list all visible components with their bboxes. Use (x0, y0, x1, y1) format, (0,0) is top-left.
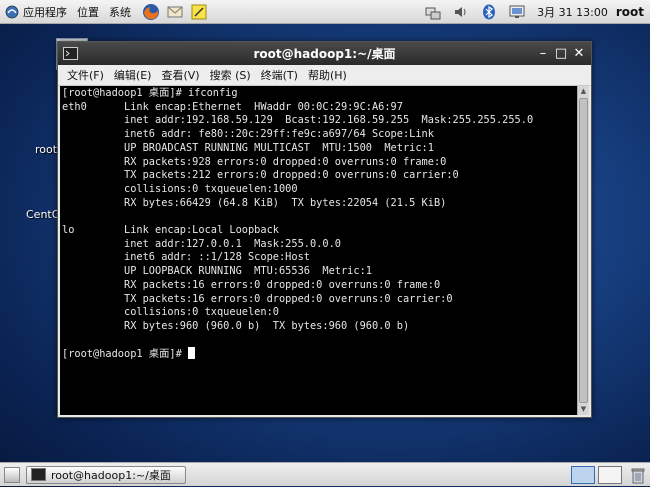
menubar: 文件(F) 编辑(E) 查看(V) 搜索 (S) 终端(T) 帮助(H) (58, 65, 591, 86)
applications-icon (5, 5, 19, 19)
system-tray: 3月 31 13:00 root (419, 0, 650, 24)
menu-file[interactable]: 文件(F) (62, 67, 109, 83)
bottom-panel: root@hadoop1:~/桌面 (0, 462, 650, 486)
centos-label[interactable]: CentO (26, 208, 60, 221)
clock[interactable]: 3月 31 13:00 (537, 4, 608, 20)
terminal-line: inet addr:127.0.0.1 Mask:255.0.0.0 (62, 237, 341, 250)
menu-search[interactable]: 搜索 (S) (205, 67, 256, 83)
scrollbar[interactable]: ▲ ▼ (577, 86, 589, 415)
terminal-line: RX packets:928 errors:0 dropped:0 overru… (62, 155, 447, 168)
terminal-icon[interactable] (63, 47, 78, 60)
terminal-line: TX packets:212 errors:0 dropped:0 overru… (62, 169, 459, 182)
notes-icon[interactable] (190, 3, 208, 21)
terminal-line: RX bytes:960 (960.0 b) TX bytes:960 (960… (62, 319, 410, 332)
workspace-switcher (568, 465, 646, 484)
terminal-line: collisions:0 txqueuelen:0 (62, 306, 286, 319)
terminal-line: RX bytes:66429 (64.8 KiB) TX bytes:22054… (62, 196, 447, 209)
user-menu[interactable]: root (616, 5, 644, 19)
system-menu[interactable]: 系统 (104, 0, 136, 24)
terminal-line: UP BROADCAST RUNNING MULTICAST MTU:1500 … (62, 141, 434, 154)
terminal-line: UP LOOPBACK RUNNING MTU:65536 Metric:1 (62, 265, 372, 278)
places-label: 位置 (77, 5, 99, 19)
top-panel: 应用程序 位置 系统 3月 31 13:00 root (0, 0, 650, 24)
terminal-window: root@hadoop1:~/桌面 – □ ✕ 文件(F) 编辑(E) 查看(V… (57, 41, 592, 418)
scroll-thumb[interactable] (579, 98, 588, 403)
system-label: 系统 (109, 5, 131, 19)
terminal-icon (31, 468, 46, 481)
minimize-icon[interactable]: – (535, 46, 551, 62)
close-icon[interactable]: ✕ (571, 46, 587, 62)
bluetooth-icon[interactable] (481, 4, 497, 20)
cursor (187, 347, 195, 360)
terminal-line: collisions:0 txqueuelen:1000 (62, 182, 304, 195)
menu-terminal[interactable]: 终端(T) (256, 67, 303, 83)
terminal-line: eth0 Link encap:Ethernet HWaddr 00:0C:29… (62, 100, 416, 113)
home-folder-label[interactable]: root (35, 143, 57, 156)
terminal-output[interactable]: [root@hadoop1 桌面]# ifconfig eth0 Link enc… (60, 86, 577, 415)
trash-icon[interactable] (630, 466, 646, 484)
menu-edit[interactable]: 编辑(E) (109, 67, 157, 83)
terminal-line: RX packets:16 errors:0 dropped:0 overrun… (62, 278, 441, 291)
terminal-area[interactable]: [root@hadoop1 桌面]# ifconfig eth0 Link enc… (60, 86, 589, 415)
taskbar-label: root@hadoop1:~/桌面 (51, 468, 171, 482)
show-desktop-button[interactable] (4, 466, 20, 483)
terminal-line: [root@hadoop1 桌面]# ifconfig (62, 87, 238, 99)
display-icon[interactable] (509, 4, 525, 20)
terminal-line: inet addr:192.168.59.129 Bcast:192.168.5… (62, 114, 534, 127)
firefox-icon[interactable] (142, 3, 160, 21)
terminal-line: [root@hadoop1 桌面]# (62, 347, 575, 362)
window-titlebar[interactable]: root@hadoop1:~/桌面 – □ ✕ (58, 42, 591, 65)
scroll-up-icon[interactable]: ▲ (578, 86, 589, 97)
terminal-line: inet6 addr: fe80::20c:29ff:fe9c:a697/64 … (62, 128, 434, 141)
applications-menu[interactable]: 应用程序 (0, 0, 72, 24)
applications-label: 应用程序 (23, 5, 67, 19)
window-title: root@hadoop1:~/桌面 (253, 47, 396, 61)
places-menu[interactable]: 位置 (72, 0, 104, 24)
scroll-down-icon[interactable]: ▼ (578, 404, 589, 415)
terminal-line: TX packets:16 errors:0 dropped:0 overrun… (62, 292, 453, 305)
terminal-line: lo Link encap:Local Loopback (62, 224, 292, 237)
menu-help[interactable]: 帮助(H) (303, 67, 352, 83)
terminal-line: inet6 addr: ::1/128 Scope:Host (62, 251, 310, 264)
email-icon[interactable] (166, 3, 184, 21)
maximize-icon[interactable]: □ (553, 46, 569, 62)
network-icon[interactable] (425, 4, 441, 20)
taskbar-terminal-button[interactable]: root@hadoop1:~/桌面 (26, 465, 186, 484)
menu-view[interactable]: 查看(V) (156, 67, 204, 83)
volume-icon[interactable] (453, 4, 469, 20)
workspace-2[interactable] (598, 465, 622, 484)
workspace-1[interactable] (571, 465, 595, 484)
